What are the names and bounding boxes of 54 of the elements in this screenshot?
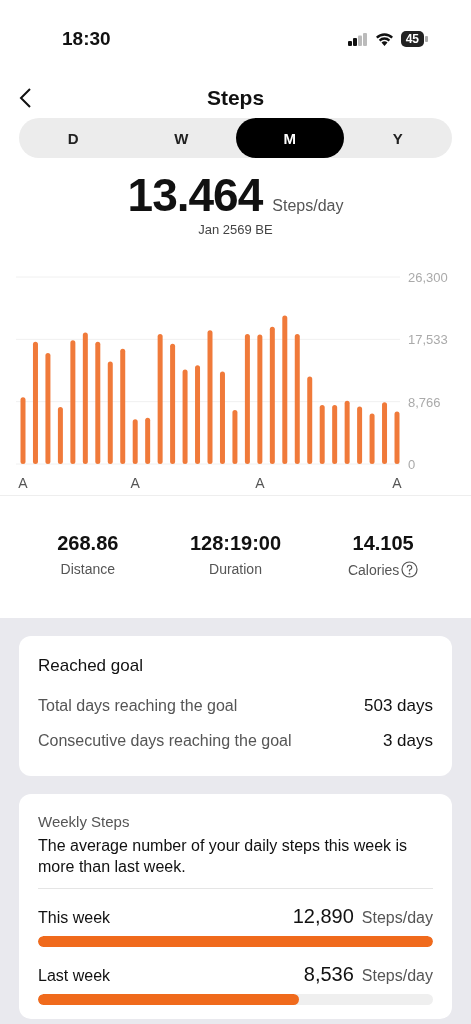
axis-label: 0 — [408, 457, 416, 472]
week-label: Last week — [38, 966, 111, 985]
period-tab[interactable]: D — [19, 118, 128, 158]
week-steps-value: 12,890 — [292, 904, 354, 928]
clock-time: 18:30 — [62, 28, 111, 50]
stat-label: Distance — [60, 561, 116, 577]
goal-value: 3 days — [382, 730, 433, 751]
step-bar — [232, 409, 238, 464]
goal-label: Consecutive days reaching the goal — [38, 731, 292, 750]
step-bar — [20, 397, 26, 464]
unit-label: Steps/day — [361, 908, 433, 927]
battery-indicator: 45 — [400, 31, 424, 47]
unit-label: Steps/day — [361, 966, 433, 985]
goal-value: 503 days — [364, 695, 433, 716]
step-bar — [332, 405, 338, 464]
comparison-message: The average number of your daily steps this week is more than last week. — [38, 836, 433, 889]
step-bar — [394, 411, 400, 464]
signal-icon — [347, 32, 368, 46]
step-bar — [357, 406, 363, 464]
axis-label: A — [130, 475, 140, 491]
axis-label: 17,533 — [408, 332, 448, 348]
card-title: Reached goal — [38, 656, 144, 676]
step-bar — [132, 419, 138, 464]
axis-label: 26,300 — [408, 270, 448, 285]
wifi-icon — [374, 32, 394, 46]
step-bar — [344, 400, 350, 464]
unit-label: Steps/day — [272, 197, 344, 215]
period-tab[interactable]: M — [235, 118, 344, 158]
step-bar — [369, 413, 375, 464]
axis-label: A — [255, 475, 265, 491]
battery-cap-icon — [425, 36, 428, 42]
average-steps-value: 13.464 — [127, 168, 263, 222]
page-title: Steps — [206, 86, 265, 110]
period-label: Jan 2569 BE — [198, 222, 273, 237]
week-label: This week — [38, 908, 111, 927]
step-bar — [57, 407, 63, 464]
stat-value: 14.105 — [352, 532, 414, 555]
week-steps-value: 8,536 — [303, 962, 354, 986]
stat-label: Calories — [347, 561, 400, 578]
stat-value: 128:19:00 — [189, 532, 282, 555]
axis-label: A — [18, 475, 28, 491]
stat-label: Duration — [209, 561, 262, 577]
step-bar — [145, 417, 151, 464]
axis-label: A — [392, 475, 402, 491]
step-bar — [382, 402, 388, 464]
period-tab[interactable]: Y — [343, 118, 452, 158]
step-bar — [319, 405, 325, 464]
help-icon[interactable] — [401, 561, 419, 578]
card-title: Weekly Steps — [38, 813, 131, 830]
stat-value: 268.86 — [57, 532, 119, 555]
back-icon[interactable] — [18, 87, 32, 109]
period-tab[interactable]: W — [127, 118, 236, 158]
axis-label: 8,766 — [408, 394, 441, 410]
goal-label: Total days reaching the goal — [38, 696, 238, 715]
